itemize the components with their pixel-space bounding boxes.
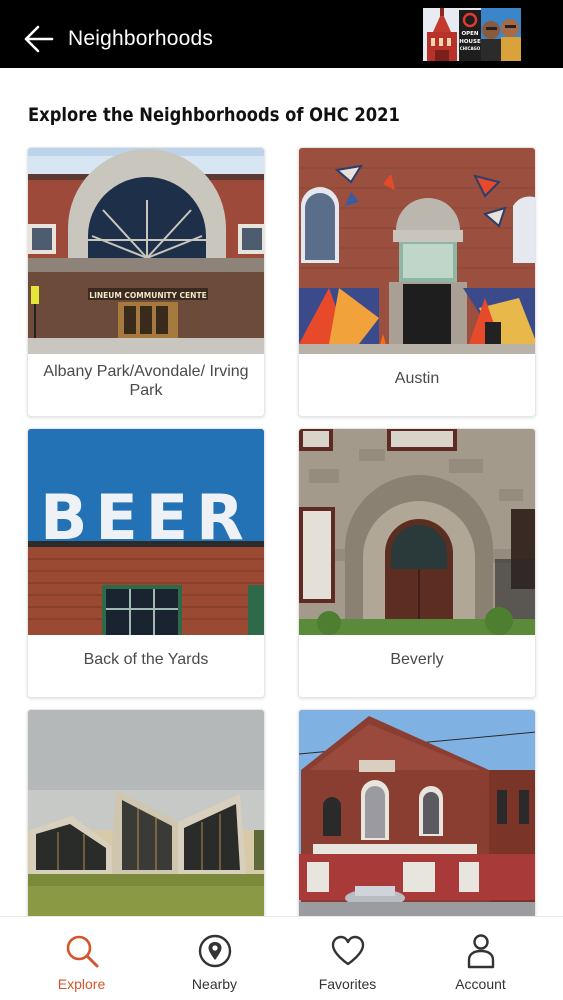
person-icon bbox=[463, 933, 499, 969]
tab-label: Nearby bbox=[191, 976, 238, 992]
neighborhood-card-label: Back of the Yards bbox=[83, 651, 209, 668]
tab-label: Account bbox=[455, 976, 506, 992]
tab-nearby[interactable]: Nearby bbox=[148, 917, 281, 1000]
location-pin-icon bbox=[197, 933, 233, 969]
tab-label: Favorites bbox=[318, 976, 377, 992]
logo-text-open: OPEN bbox=[461, 31, 478, 37]
neighborhood-card-albany-park[interactable]: LINEUM COMMUNITY CENTE Albany Park/Avond… bbox=[27, 147, 265, 417]
community-center-sign: LINEUM COMMUNITY CENTE bbox=[89, 291, 206, 300]
neighborhood-card-beverly[interactable]: Beverly bbox=[298, 428, 536, 698]
heart-icon bbox=[330, 933, 366, 969]
neighborhood-photo: LINEUM COMMUNITY CENTE bbox=[28, 148, 264, 354]
neighborhood-card-label: Austin bbox=[394, 370, 440, 387]
neighborhood-photo: BEER bbox=[28, 429, 264, 635]
main-content[interactable]: Explore the Neighborhoods of OHC 2021 LI… bbox=[0, 68, 563, 916]
bottom-tab-bar: Explore Nearby Favorites Account bbox=[0, 916, 563, 1000]
neighborhood-photo bbox=[299, 710, 535, 916]
tab-explore[interactable]: Explore bbox=[15, 917, 148, 1000]
section-title: Explore the Neighborhoods of OHC 2021 bbox=[28, 104, 400, 126]
logo-text-chicago: CHICAGO bbox=[460, 46, 481, 51]
neighborhood-card-6[interactable] bbox=[298, 709, 536, 916]
tab-label: Explore bbox=[57, 976, 106, 992]
page-title: Neighborhoods bbox=[68, 27, 214, 50]
logo-text-house: HOUSE bbox=[459, 39, 481, 45]
neighborhood-photo bbox=[28, 710, 264, 916]
open-house-chicago-logo: OPEN HOUSE CHICAGO bbox=[423, 8, 521, 61]
tab-account[interactable]: Account bbox=[414, 917, 547, 1000]
neighborhood-card-5[interactable] bbox=[27, 709, 265, 916]
neighborhood-photo bbox=[299, 148, 535, 354]
neighborhood-photo bbox=[299, 429, 535, 635]
tab-favorites[interactable]: Favorites bbox=[281, 917, 414, 1000]
neighborhood-card-label: Albany Park/Avondale/ Irving Park bbox=[43, 363, 249, 399]
app-header: Neighborhoods OPEN HOUSE CHICAGO bbox=[0, 0, 563, 68]
neighborhood-card-label: Beverly bbox=[390, 651, 444, 668]
back-arrow-icon[interactable] bbox=[22, 22, 56, 56]
search-icon bbox=[64, 933, 100, 969]
neighborhood-card-austin[interactable]: Austin bbox=[298, 147, 536, 417]
neighborhood-card-back-of-the-yards[interactable]: BEER Back of the Yards bbox=[27, 428, 265, 698]
